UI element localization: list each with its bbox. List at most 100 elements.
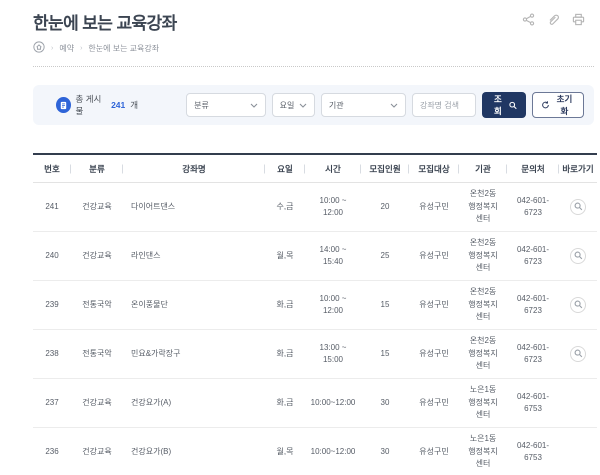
cell-target: 유성구민 bbox=[409, 378, 459, 428]
cell-course-name: 온이풍물단 bbox=[123, 280, 265, 330]
table-row: 237 건강교육 건강요가(A) 화,금 10:00~12:00 30 유성구민… bbox=[33, 378, 597, 428]
title-actions bbox=[521, 12, 585, 26]
column-header-organization: 기관 bbox=[459, 154, 507, 183]
cell-course-name: 건강요가(A) bbox=[123, 378, 265, 428]
breadcrumb-item-reservation[interactable]: 예약 bbox=[59, 43, 74, 54]
cell-contact: 042-601- 6723 bbox=[507, 182, 559, 232]
cell-category: 건강교육 bbox=[71, 231, 123, 281]
category-select[interactable]: 분류 bbox=[186, 93, 266, 117]
table-row: 239 전통국악 온이풍물단 화,금 10:00 ~ 12:00 15 유성구민… bbox=[33, 280, 597, 330]
cell-target: 유성구민 bbox=[409, 427, 459, 475]
cell-capacity: 15 bbox=[361, 329, 409, 379]
print-icon[interactable] bbox=[571, 12, 585, 26]
cell-organization: 온천2동 행정복지 센터 bbox=[459, 182, 507, 232]
column-header-target: 모집대상 bbox=[409, 154, 459, 183]
cell-time: 10:00 ~ 12:00 bbox=[305, 280, 361, 330]
breadcrumb: › 예약 › 한눈에 보는 교육강좌 bbox=[33, 41, 597, 55]
course-shortcut-button[interactable] bbox=[570, 247, 586, 264]
cell-course-name: 다이어트댄스 bbox=[123, 182, 265, 232]
cell-number: 241 bbox=[33, 182, 71, 232]
cell-organization: 노은1동 행정복지 센터 bbox=[459, 378, 507, 428]
cell-number: 238 bbox=[33, 329, 71, 379]
cell-time: 10:00~12:00 bbox=[305, 378, 361, 428]
cell-time: 14:00 ~ 15:40 bbox=[305, 231, 361, 281]
cell-time: 13:00 ~ 15:00 bbox=[305, 329, 361, 379]
cell-number: 240 bbox=[33, 231, 71, 281]
table-row: 241 건강교육 다이어트댄스 수,금 10:00 ~ 12:00 20 유성구… bbox=[33, 182, 597, 232]
breadcrumb-item-current[interactable]: 한눈에 보는 교육강좌 bbox=[88, 43, 159, 54]
column-header-number: 번호 bbox=[33, 154, 71, 183]
cell-shortcut-empty bbox=[559, 427, 597, 475]
home-icon[interactable] bbox=[33, 41, 45, 55]
total-posts-unit: 개 bbox=[130, 100, 139, 110]
table-row: 236 건강교육 건강요가(B) 월,목 10:00~12:00 30 유성구민… bbox=[33, 427, 597, 475]
dotted-divider bbox=[33, 66, 594, 67]
table-header-row: 번호 분류 강좌명 요일 시간 모집인원 모집대상 기관 문의처 바로가기 bbox=[33, 154, 597, 183]
breadcrumb-separator: › bbox=[51, 44, 54, 52]
cell-day: 화,금 bbox=[265, 280, 305, 330]
course-shortcut-button[interactable] bbox=[570, 296, 586, 313]
cell-category: 건강교육 bbox=[71, 427, 123, 475]
chevron-down-icon bbox=[250, 103, 258, 108]
cell-target: 유성구민 bbox=[409, 280, 459, 330]
cell-capacity: 30 bbox=[361, 378, 409, 428]
chevron-down-icon bbox=[299, 103, 307, 108]
total-posts-count: 241 bbox=[111, 100, 126, 110]
share-icon[interactable] bbox=[521, 12, 535, 26]
cell-category: 건강교육 bbox=[71, 182, 123, 232]
reset-button-label: 초기화 bbox=[556, 94, 573, 116]
cell-contact: 042-601- 6753 bbox=[507, 378, 559, 428]
magnifier-icon bbox=[574, 349, 582, 358]
cell-category: 전통국악 bbox=[71, 280, 123, 330]
cell-contact: 042-601- 6723 bbox=[507, 231, 559, 281]
search-button-label: 조회 bbox=[494, 94, 502, 116]
total-posts-label: 총 게시물 bbox=[75, 94, 102, 116]
column-header-time: 시간 bbox=[305, 154, 361, 183]
cell-day: 수,금 bbox=[265, 182, 305, 232]
breadcrumb-separator: › bbox=[80, 44, 83, 52]
magnifier-icon bbox=[574, 300, 582, 309]
magnifier-icon bbox=[574, 251, 582, 260]
cell-time: 10:00 ~ 12:00 bbox=[305, 182, 361, 232]
cell-category: 건강교육 bbox=[71, 378, 123, 428]
cell-time: 10:00~12:00 bbox=[305, 427, 361, 475]
chevron-down-icon bbox=[390, 103, 398, 108]
filter-bar: 총 게시물 241 개 분류 요일 기관 조회 bbox=[33, 85, 594, 125]
cell-course-name: 건강요가(B) bbox=[123, 427, 265, 475]
filter-controls: 분류 요일 기관 조회 bbox=[186, 92, 584, 118]
cell-day: 월,목 bbox=[265, 427, 305, 475]
column-header-capacity: 모집인원 bbox=[361, 154, 409, 183]
cell-day: 월,목 bbox=[265, 231, 305, 281]
magnifier-icon bbox=[574, 202, 582, 211]
cell-number: 237 bbox=[33, 378, 71, 428]
reset-button[interactable]: 초기화 bbox=[531, 92, 584, 118]
course-search-input[interactable] bbox=[411, 93, 476, 117]
search-icon bbox=[509, 101, 517, 109]
cell-contact: 042-601- 6753 bbox=[507, 427, 559, 475]
column-header-contact: 문의처 bbox=[507, 154, 559, 183]
search-button[interactable]: 조회 bbox=[481, 92, 526, 118]
cell-organization: 온천2동 행정복지 센터 bbox=[459, 280, 507, 330]
cell-target: 유성구민 bbox=[409, 231, 459, 281]
cell-category: 전통국악 bbox=[71, 329, 123, 379]
cell-course-name: 민요&가락장구 bbox=[123, 329, 265, 379]
cell-day: 화,금 bbox=[265, 329, 305, 379]
organization-select[interactable]: 기관 bbox=[320, 93, 406, 117]
cell-course-name: 라인댄스 bbox=[123, 231, 265, 281]
cell-target: 유성구민 bbox=[409, 182, 459, 232]
cell-number: 239 bbox=[33, 280, 71, 330]
attachment-icon[interactable] bbox=[546, 12, 560, 26]
column-header-day: 요일 bbox=[265, 154, 305, 183]
organization-select-value: 기관 bbox=[328, 100, 344, 110]
column-header-category: 분류 bbox=[71, 154, 123, 183]
cell-target: 유성구민 bbox=[409, 329, 459, 379]
cell-organization: 온천2동 행정복지 센터 bbox=[459, 231, 507, 281]
category-select-value: 분류 bbox=[194, 100, 209, 110]
day-select-value: 요일 bbox=[279, 100, 295, 110]
cell-capacity: 30 bbox=[361, 427, 409, 475]
cell-capacity: 20 bbox=[361, 182, 409, 232]
day-select[interactable]: 요일 bbox=[271, 93, 315, 117]
course-shortcut-button[interactable] bbox=[570, 345, 586, 362]
course-shortcut-button[interactable] bbox=[570, 198, 586, 215]
cell-day: 화,금 bbox=[265, 378, 305, 428]
